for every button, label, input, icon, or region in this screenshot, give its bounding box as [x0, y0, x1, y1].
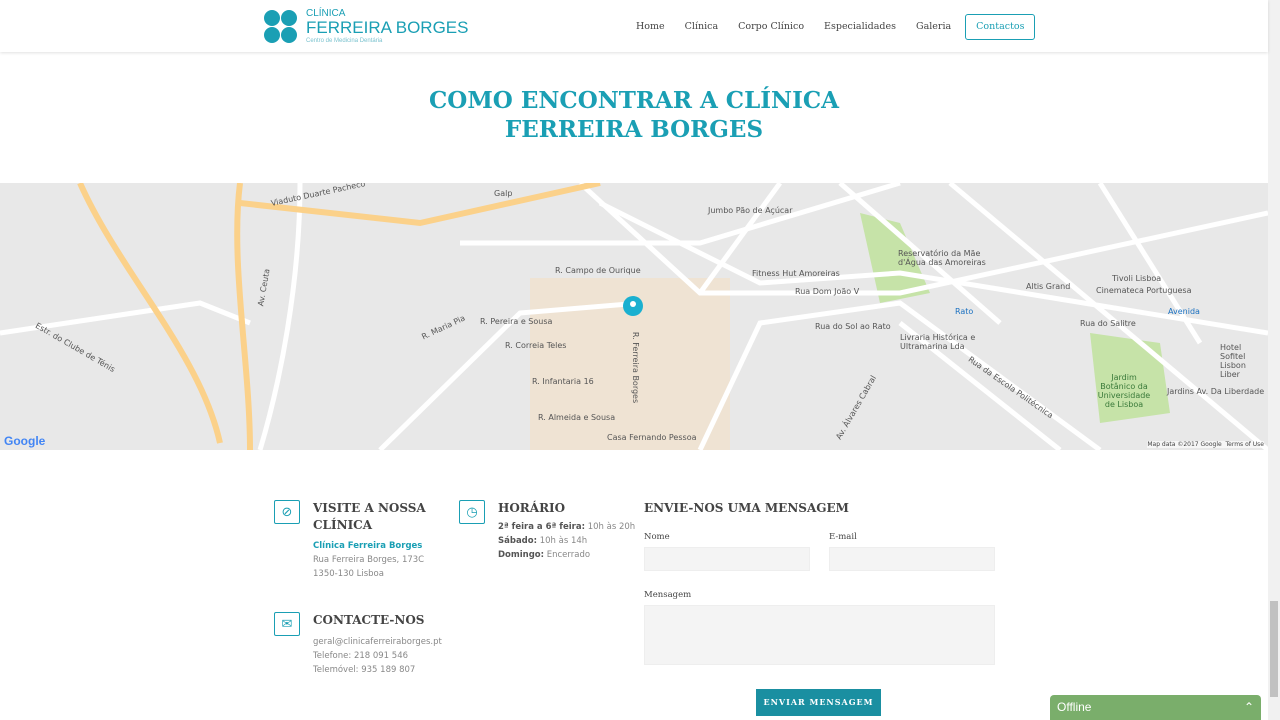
map-data-text: Map data ©2017 Google [1147, 441, 1222, 448]
google-logo: Google [4, 434, 46, 448]
contact-email[interactable]: geral@clinicaferreiraborges.pt [313, 635, 473, 649]
map-label: R. Campo de Ourique [555, 266, 641, 275]
map-label: Rua do Sol ao Rato [815, 322, 891, 331]
map-label: Hotel Sofitel Lisbon Liber [1220, 343, 1246, 379]
address-line1: Rua Ferreira Borges, 173C [313, 555, 425, 565]
contact-mobile: Telemóvel: 935 189 807 [313, 665, 416, 675]
compass-icon: ⊘ [274, 500, 300, 524]
email-label: E-mail [829, 532, 857, 542]
header: CLÍNICA FERREIRA BORGES Centro de Medici… [0, 0, 1268, 52]
logo-line3: Centro de Medicina Dentária [306, 38, 383, 44]
nav-home[interactable]: Home [626, 15, 675, 39]
message-label: Mensagem [644, 590, 692, 600]
map-label: Rato [955, 307, 974, 316]
hours-title: HORÁRIO [498, 501, 566, 515]
map-attribution: Map data ©2017 Google Terms of Use [1147, 441, 1264, 448]
envelope-icon: ✉ [274, 612, 300, 636]
map-label: Reservatório da Mãe d'Água das Amoreiras [898, 249, 986, 267]
google-map[interactable]: Viaduto Duarte Pacheco Galp Jumbo Pão de… [0, 183, 1268, 450]
scrollbar-thumb[interactable] [1270, 601, 1278, 697]
contact-phone: Telefone: 218 091 546 [313, 651, 409, 661]
terms-link[interactable]: Terms of Use [1226, 441, 1264, 448]
map-label: Livraria Histórica e Ultramarina Lda [900, 333, 976, 351]
map-label: Cinemateca Portuguesa [1096, 286, 1192, 295]
main-nav: Home Clínica Corpo Clínico Especialidade… [626, 14, 1036, 40]
clock-icon: ◷ [459, 500, 485, 524]
logo[interactable]: CLÍNICA FERREIRA BORGES Centro de Medici… [264, 9, 468, 44]
map-label: R. Almeida e Sousa [538, 413, 616, 422]
nav-especialidades[interactable]: Especialidades [814, 15, 906, 39]
logo-mark-icon [264, 9, 298, 44]
nav-clinica[interactable]: Clínica [675, 15, 729, 39]
map-label: Fitness Hut Amoreiras [752, 269, 840, 278]
address-line2: 1350-130 Lisboa [313, 569, 384, 579]
chat-widget[interactable]: Offline ⌃ [1050, 695, 1261, 720]
form-title: ENVIE-NOS UMA MENSAGEM [644, 501, 849, 515]
chevron-up-icon[interactable]: ⌃ [1244, 700, 1254, 715]
map-label: Avenida [1168, 307, 1200, 316]
send-message-button[interactable]: ENVIAR MENSAGEM [756, 689, 881, 716]
map-label: Rua do Salitre [1080, 319, 1136, 328]
map-label: Casa Fernando Pessoa [607, 433, 697, 442]
map-label: Jardim Botânico da Universidade de Lisbo… [1097, 373, 1151, 409]
email-input[interactable] [829, 547, 995, 571]
page-title: COMO ENCONTRAR A CLÍNICA FERREIRA BORGES [0, 86, 1268, 144]
clinic-name: Clínica Ferreira Borges [313, 541, 423, 551]
map-label: Jumbo Pão de Açúcar [708, 206, 793, 215]
map-roads [0, 183, 1268, 450]
logo-line2: FERREIRA BORGES [306, 18, 469, 37]
map-label: Rua Dom João V [795, 287, 860, 296]
hours-row: 2ª feira a 6ª feira: 10h às 20h [498, 522, 636, 532]
map-label: R. Ferreira Borges [631, 331, 641, 404]
nav-contactos-button[interactable]: Contactos [965, 14, 1036, 40]
map-label: R. Infantaria 16 [532, 377, 594, 386]
hours-row: Sábado: 10h às 14h [498, 536, 588, 546]
map-label: Tivoli Lisboa [1112, 274, 1162, 283]
message-textarea[interactable] [644, 605, 995, 665]
hours-row: Domingo: Encerrado [498, 550, 591, 560]
name-input[interactable] [644, 547, 810, 571]
nav-galeria[interactable]: Galeria [906, 15, 961, 39]
map-label: R. Correia Teles [505, 341, 567, 350]
map-label: Jardins Av. Da Liberdade [1167, 387, 1265, 396]
map-label: R. Pereira e Sousa [480, 317, 553, 326]
chat-status: Offline [1057, 700, 1092, 714]
scrollbar[interactable] [1268, 0, 1280, 720]
map-label: Altis Grand [1026, 282, 1071, 291]
visit-title: VISITE A NOSSA CLÍNICA [313, 501, 426, 532]
page-title-line2: FERREIRA BORGES [504, 116, 764, 143]
nav-corpo-clinico[interactable]: Corpo Clínico [728, 15, 814, 39]
name-label: Nome [644, 532, 670, 542]
map-label: Galp [494, 189, 513, 198]
contact-title: CONTACTE-NOS [313, 613, 425, 627]
page-title-line1: COMO ENCONTRAR A CLÍNICA [429, 87, 839, 114]
